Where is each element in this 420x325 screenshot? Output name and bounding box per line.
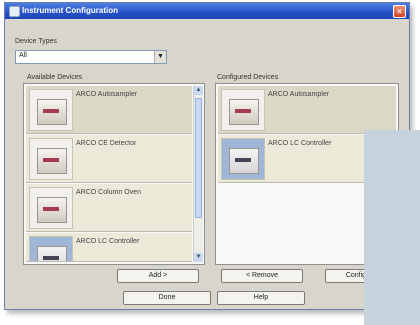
configuration-window: Instrument Configuration × Device Types … [4,2,410,310]
configured-devices-label: Configured Devices [217,74,279,81]
done-button[interactable]: Done [123,291,211,305]
help-button[interactable]: Help [217,291,305,305]
title-bar[interactable]: Instrument Configuration × [5,3,409,19]
device-name: ARCO Autosampler [76,91,138,98]
column-oven-icon [29,187,73,229]
list-item[interactable]: ARCO Autosampler [218,86,396,134]
list-item[interactable]: ARCO Autosampler [26,86,192,134]
scroll-down-icon[interactable]: ▼ [194,253,203,262]
available-devices-list[interactable]: ARCO Autosampler ARCO CE Detector ARCO C… [23,83,205,265]
remove-button[interactable]: < Remove [221,269,303,283]
device-types-select[interactable]: All ▼ [15,50,167,64]
list-item[interactable]: ARCO LC Controller [26,233,192,262]
device-name: ARCO Autosampler [268,91,330,98]
scroll-up-icon[interactable]: ▲ [194,86,203,95]
device-types-label: Device Types [15,38,57,45]
app-icon [9,6,20,17]
device-name: ARCO LC Controller [268,140,332,147]
device-name: ARCO CE Detector [76,140,137,147]
autosampler-icon [29,89,73,131]
ce-detector-icon [29,138,73,180]
add-button[interactable]: Add > [117,269,199,283]
close-icon[interactable]: × [393,5,406,18]
list-item[interactable]: ARCO Column Oven [26,184,192,232]
device-name: ARCO Column Oven [76,189,141,196]
device-name: ARCO LC Controller [76,238,140,245]
device-types-value: All [19,52,27,59]
lc-controller-icon [29,236,73,261]
overlay-panel [364,130,420,325]
autosampler-icon [221,89,265,131]
list-item[interactable]: ARCO CE Detector [26,135,192,183]
available-devices-label: Available Devices [27,74,83,81]
window-title: Instrument Configuration [22,6,118,15]
lc-controller-icon [221,138,265,180]
scrollbar-thumb[interactable] [195,98,202,218]
scrollbar[interactable]: ▲ ▼ [193,86,203,262]
chevron-down-icon[interactable]: ▼ [154,51,166,63]
